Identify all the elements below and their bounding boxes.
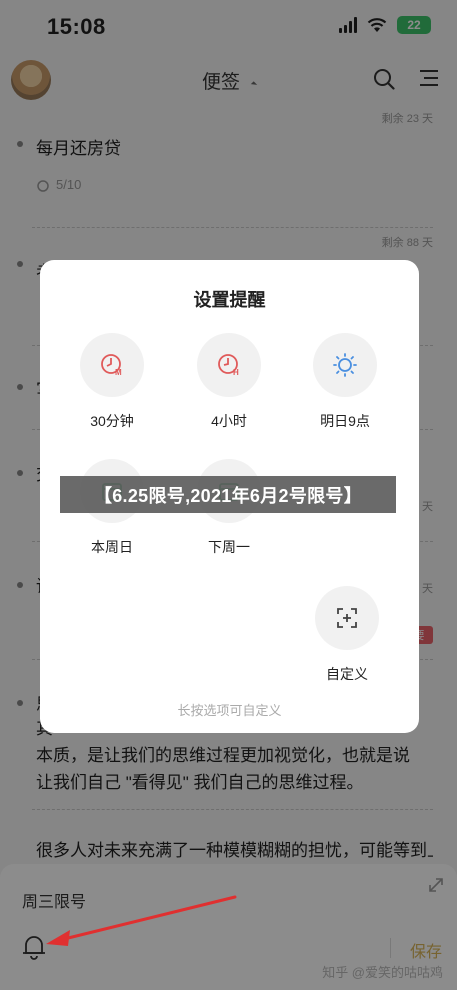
svg-text:H: H bbox=[233, 368, 239, 377]
dialog-title: 设置提醒 bbox=[193, 290, 266, 310]
option-label: 本周日 bbox=[91, 539, 133, 555]
sun-icon bbox=[313, 333, 377, 397]
clock-h-icon: H bbox=[197, 333, 261, 397]
option-30min[interactable]: M 30分钟 bbox=[57, 333, 167, 431]
clock-m-icon: M bbox=[80, 333, 144, 397]
watermark: 知乎 @爱笑的咕咕鸡 bbox=[322, 965, 443, 980]
option-custom[interactable]: 自定义 bbox=[292, 586, 402, 684]
option-label: 明日9点 bbox=[320, 413, 370, 429]
caption-banner: 【6.25限号,2021年6月2号限号】 bbox=[60, 476, 396, 513]
option-label: 下周一 bbox=[208, 539, 250, 555]
svg-text:M: M bbox=[115, 368, 122, 377]
option-tomorrow-9[interactable]: 明日9点 bbox=[290, 333, 400, 431]
custom-add-icon bbox=[315, 586, 379, 650]
option-4h[interactable]: H 4小时 bbox=[174, 333, 284, 431]
option-label: 4小时 bbox=[211, 413, 247, 429]
option-label: 30分钟 bbox=[90, 413, 134, 429]
option-label: 自定义 bbox=[326, 666, 368, 682]
dialog-hint: 长按选项可自定义 bbox=[177, 703, 282, 718]
